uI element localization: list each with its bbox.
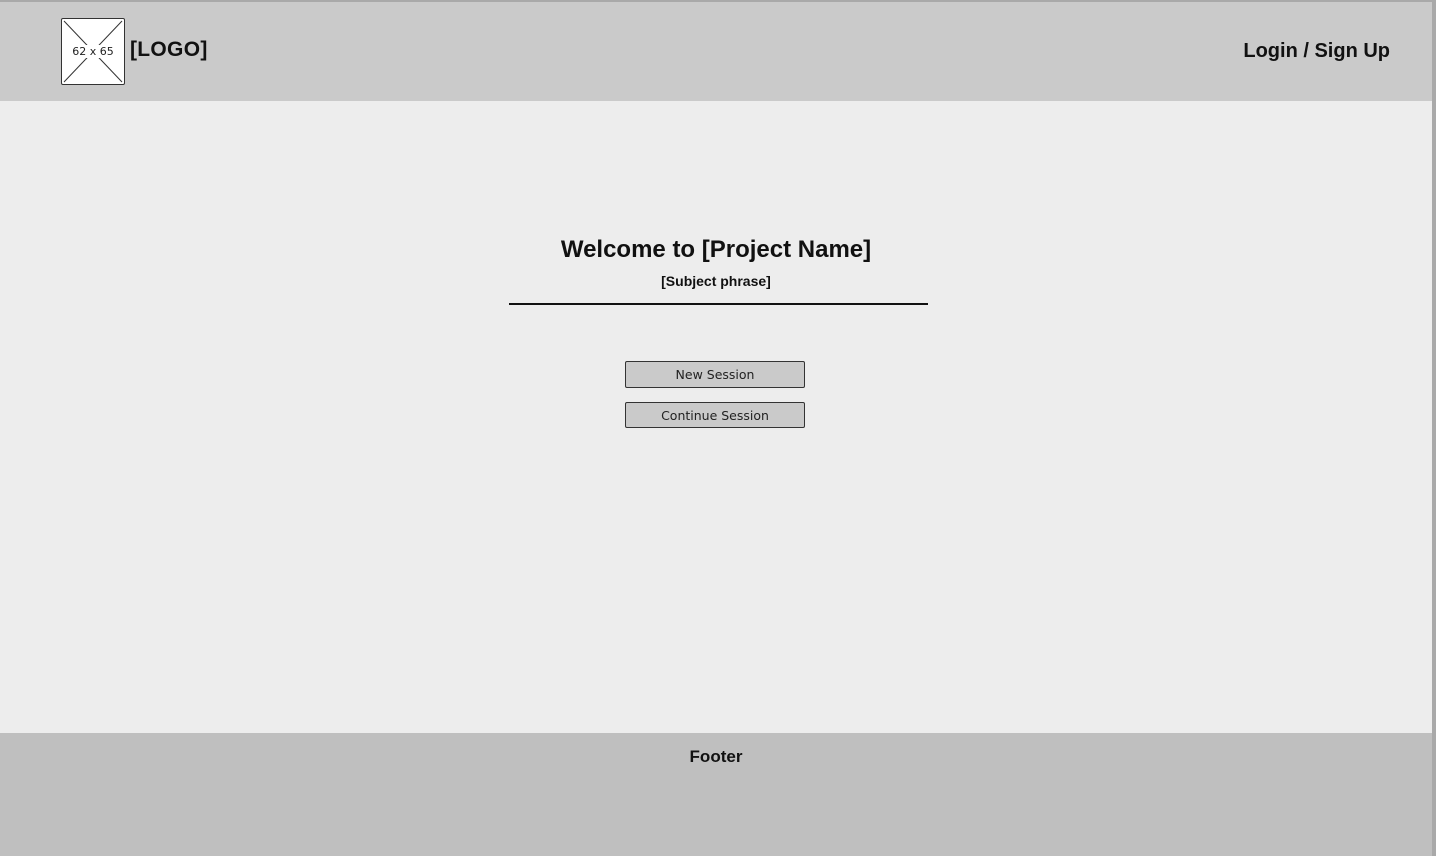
title-divider: [509, 303, 928, 305]
page-frame: 62 x 65 [LOGO] Login / Sign Up Welcome t…: [0, 0, 1436, 856]
footer-text: Footer: [689, 747, 743, 766]
page-title: Welcome to [Project Name]: [560, 236, 872, 263]
logo-image-placeholder: 62 x 65: [61, 18, 125, 85]
new-session-button[interactable]: New Session: [625, 361, 805, 388]
main-content: Welcome to [Project Name] [Subject phras…: [0, 101, 1432, 733]
logo-dimension-label: 62 x 65: [71, 45, 115, 58]
page-subtitle: [Subject phrase]: [661, 273, 771, 289]
login-signup-link[interactable]: Login / Sign Up: [1243, 40, 1390, 63]
logo-text: [LOGO]: [130, 38, 208, 61]
continue-session-button[interactable]: Continue Session: [625, 402, 805, 428]
header: 62 x 65 [LOGO] Login / Sign Up: [0, 2, 1432, 101]
footer: Footer: [0, 733, 1432, 856]
